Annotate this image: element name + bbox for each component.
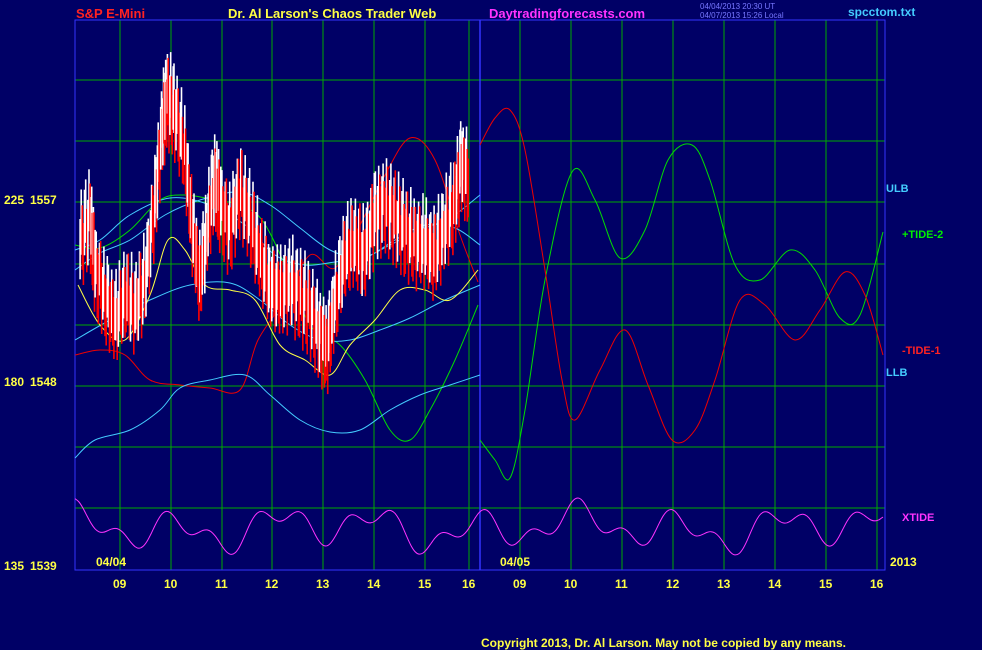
timestamp-line1: 04/04/2013 20:30 UT bbox=[700, 2, 775, 11]
y-label-price-0: 1557 bbox=[30, 193, 57, 207]
x-tick-label: 13 bbox=[316, 577, 330, 591]
series-label-ulb: ULB bbox=[886, 183, 909, 195]
x-tick-label: 15 bbox=[819, 577, 833, 591]
file-name: spcctom.txt bbox=[848, 5, 915, 19]
site-url[interactable]: Daytradingforecasts.com bbox=[489, 6, 645, 21]
series-label-tide-plus: +TIDE-2 bbox=[902, 229, 943, 241]
x-tick-label: 09 bbox=[513, 577, 527, 591]
date-label-1: 04/05 bbox=[500, 555, 530, 569]
y-label-price-2: 1539 bbox=[30, 559, 57, 573]
copyright-footer: Copyright 2013, Dr. Al Larson. May not b… bbox=[481, 636, 846, 650]
date-label-0: 04/04 bbox=[96, 555, 126, 569]
x-tick-label: 14 bbox=[768, 577, 782, 591]
series-label-tide-minus: -TIDE-1 bbox=[902, 345, 941, 357]
instrument-title: S&P E-Mini bbox=[76, 6, 145, 21]
x-tick-label: 10 bbox=[164, 577, 178, 591]
chaos-trader-chart: S&P E-Mini Dr. Al Larson's Chaos Trader … bbox=[0, 0, 982, 650]
site-title: Dr. Al Larson's Chaos Trader Web bbox=[228, 6, 436, 21]
date-label-2: 2013 bbox=[890, 555, 917, 569]
series-label-llb: LLB bbox=[886, 367, 907, 379]
y-label-tide-2: 135 bbox=[4, 559, 24, 573]
y-label-price-1: 1548 bbox=[30, 375, 57, 389]
x-tick-label: 11 bbox=[615, 577, 628, 591]
x-tick-label: 09 bbox=[113, 577, 127, 591]
x-tick-label: 10 bbox=[564, 577, 578, 591]
chart-window: S&P E-Mini Dr. Al Larson's Chaos Trader … bbox=[0, 0, 982, 650]
y-label-tide-0: 225 bbox=[4, 193, 24, 207]
timestamp-line2: 04/07/2013 15:26 Local bbox=[700, 11, 784, 20]
x-tick-label: 16 bbox=[462, 577, 476, 591]
y-label-tide-1: 180 bbox=[4, 375, 24, 389]
x-tick-label: 13 bbox=[717, 577, 731, 591]
x-tick-label: 15 bbox=[418, 577, 432, 591]
x-tick-label: 11 bbox=[215, 577, 228, 591]
x-tick-label: 12 bbox=[265, 577, 279, 591]
x-tick-label: 14 bbox=[367, 577, 381, 591]
x-tick-label: 12 bbox=[666, 577, 680, 591]
series-label-xtide: XTIDE bbox=[902, 512, 934, 524]
x-tick-label: 16 bbox=[870, 577, 884, 591]
